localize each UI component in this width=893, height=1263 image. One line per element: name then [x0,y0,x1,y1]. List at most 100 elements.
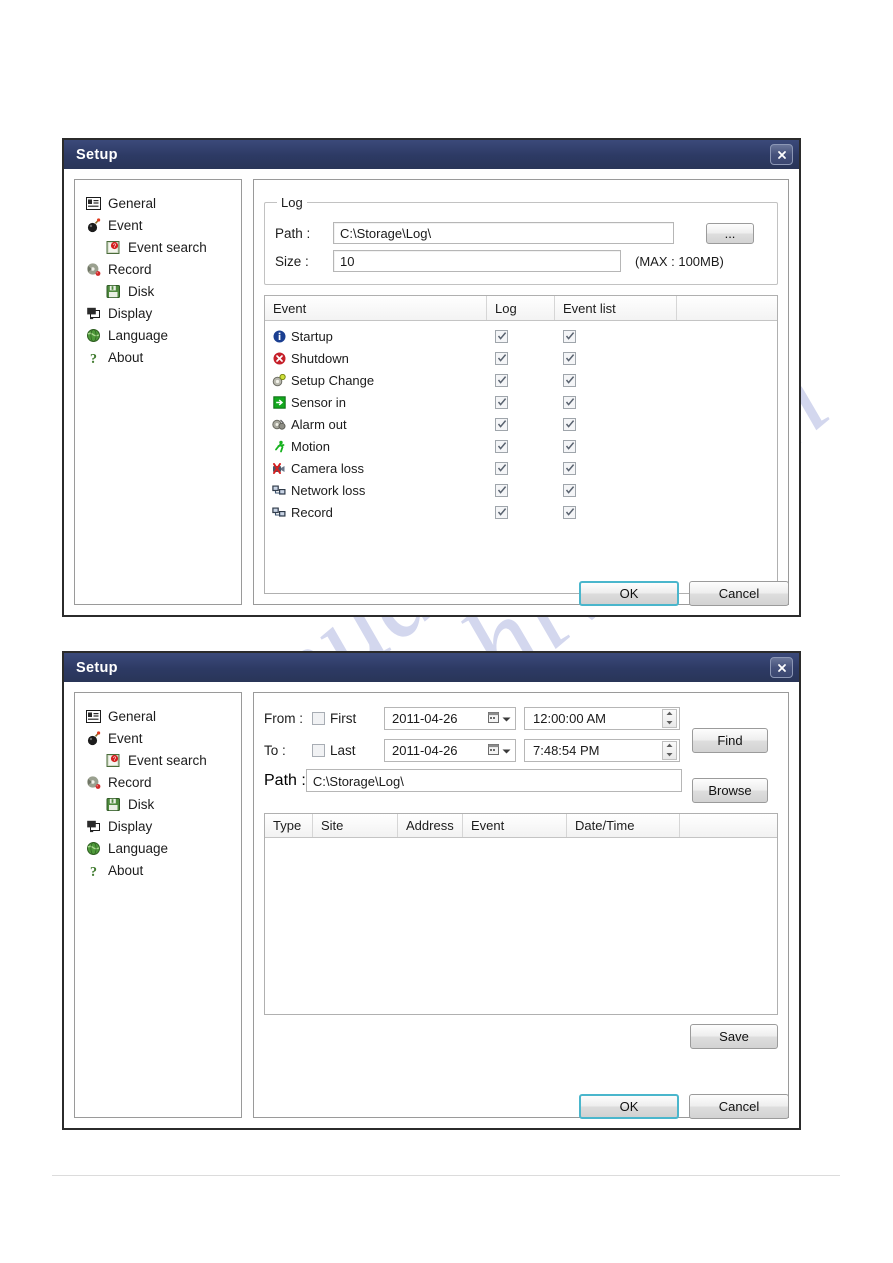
log-size-row: Size : 10 (MAX : 100MB) [275,250,767,272]
log-checkbox[interactable] [495,395,508,409]
chevron-down-icon[interactable] [502,711,511,726]
browse-button[interactable]: Browse [692,778,768,803]
to-date-picker[interactable]: 2011-04-26 [384,738,516,762]
event-list-checkbox[interactable] [563,417,576,431]
find-button[interactable]: Find [692,728,768,753]
sidebar-item-label: Display [108,818,153,834]
sidebar-item-label: General [108,195,157,211]
to-time-field[interactable]: 7:48:54 PM [524,738,680,762]
event-list-checkbox[interactable] [563,483,576,497]
table-row[interactable]: Alarm out [265,413,777,435]
log-path-row: Path : C:\Storage\Log\ ... [275,222,767,244]
sidebar-item-disk[interactable]: Disk [85,280,241,302]
ok-button[interactable]: OK [579,1094,679,1119]
from-time-spinner[interactable] [662,708,677,728]
sidebar-item-record[interactable]: Record [85,258,241,280]
cancel-button[interactable]: Cancel [689,581,789,606]
titlebar: Setup [64,653,799,682]
event-list-checkbox[interactable] [563,461,576,475]
column-header-event-list[interactable]: Event list [555,296,677,320]
event-list-checkbox[interactable] [563,505,576,519]
table-row[interactable]: Motion [265,435,777,457]
log-checkbox[interactable] [495,505,508,519]
setup-dialog-general: Setup General Event ? Event search Recor… [62,138,801,617]
error-circle-icon [271,350,287,366]
table-header-row: Event Log Event list [265,296,777,321]
sidebar-item-record[interactable]: Record [85,771,241,793]
sidebar-item-display[interactable]: Display [85,815,241,837]
event-list-checkbox[interactable] [563,351,576,365]
event-bomb-icon [85,730,102,747]
event-name: Motion [291,438,331,454]
table-row[interactable]: Camera loss [265,457,777,479]
sidebar-item-disk[interactable]: Disk [85,793,241,815]
path-input[interactable]: C:\Storage\Log\ [305,769,682,792]
table-row[interactable]: Record [265,501,777,523]
from-date-picker[interactable]: 2011-04-26 [384,706,516,730]
close-icon[interactable] [770,144,793,165]
log-checkbox[interactable] [495,439,508,453]
calendar-icon[interactable] [488,711,499,726]
log-checkbox[interactable] [495,483,508,497]
first-checkbox[interactable] [312,711,325,725]
last-checkbox-group[interactable]: Last [312,743,384,758]
log-checkbox[interactable] [495,351,508,365]
save-button[interactable]: Save [690,1024,778,1049]
event-list-checkbox[interactable] [563,439,576,453]
column-header-address[interactable]: Address [398,814,463,837]
sidebar-item-label: Disk [128,283,155,299]
event-list-checkbox[interactable] [563,329,576,343]
disk-icon [105,283,122,300]
chevron-down-icon[interactable] [502,743,511,758]
column-header-type[interactable]: Type [265,814,313,837]
sidebar-item-display[interactable]: Display [85,302,241,324]
log-path-input[interactable]: C:\Storage\Log\ [333,222,674,244]
log-checkbox[interactable] [495,373,508,387]
to-time-spinner[interactable] [662,740,677,760]
sidebar-item-general[interactable]: General [85,192,241,214]
ok-button[interactable]: OK [579,581,679,606]
table-row[interactable]: Sensor in [265,391,777,413]
first-checkbox-group[interactable]: First [312,711,384,726]
column-header-date-time[interactable]: Date/Time [567,814,680,837]
display-icon [85,305,102,322]
sidebar-item-label: Event search [128,752,207,768]
log-path-browse-button[interactable]: ... [706,222,754,244]
sidebar-item-event-search[interactable]: ? Event search [85,749,241,771]
cancel-button[interactable]: Cancel [689,1094,789,1119]
search-results-table: Type Site Address Event Date/Time [264,813,778,1015]
alarm-gear-icon [271,416,287,432]
from-time-field[interactable]: 12:00:00 AM [524,706,680,730]
table-row[interactable]: Shutdown [265,347,777,369]
column-header-event[interactable]: Event [463,814,567,837]
calendar-icon[interactable] [488,743,499,758]
table-row[interactable]: Startup [265,325,777,347]
sidebar-item-general[interactable]: General [85,705,241,727]
from-label: From : [264,710,303,726]
sidebar-item-event[interactable]: Event [85,214,241,236]
column-header-site[interactable]: Site [313,814,398,837]
log-checkbox[interactable] [495,417,508,431]
sidebar-item-language[interactable]: Language [85,837,241,859]
column-header-event[interactable]: Event [265,296,487,320]
log-checkbox[interactable] [495,329,508,343]
event-list-checkbox[interactable] [563,395,576,409]
sidebar-item-event-search[interactable]: ? Event search [85,236,241,258]
log-size-input[interactable]: 10 [333,250,621,272]
sidebar-item-event[interactable]: Event [85,727,241,749]
path-row: Path : C:\Storage\Log\ [264,769,682,792]
table-row[interactable]: Network loss [265,479,777,501]
dialog-footer: OK Cancel [579,581,789,606]
event-list-checkbox[interactable] [563,373,576,387]
results-body[interactable] [265,838,777,1014]
sidebar-item-about[interactable]: ? About [85,346,241,368]
sidebar-item-language[interactable]: Language [85,324,241,346]
about-help-icon: ? [85,349,102,366]
last-checkbox[interactable] [312,743,325,757]
table-row[interactable]: Setup Change [265,369,777,391]
column-header-log[interactable]: Log [487,296,555,320]
settings-sidebar: General Event ? Event search Record Disk… [74,179,242,605]
log-checkbox[interactable] [495,461,508,475]
close-icon[interactable] [770,657,793,678]
sidebar-item-about[interactable]: ? About [85,859,241,881]
